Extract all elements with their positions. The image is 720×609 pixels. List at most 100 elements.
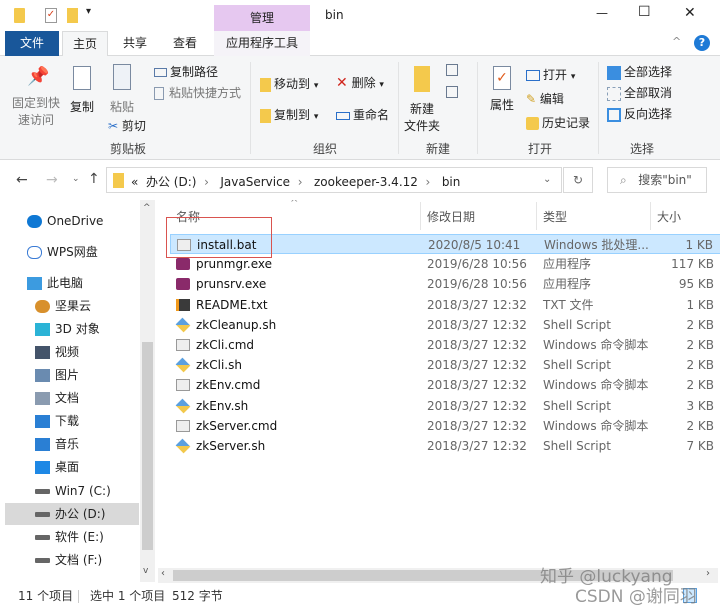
- search-input[interactable]: ⌕ 搜索"bin": [607, 167, 707, 193]
- file-row[interactable]: README.txt 2018/3/27 12:32 TXT 文件 1 KB: [170, 295, 720, 315]
- chevron-down-icon: ▾: [313, 81, 319, 91]
- nav-item[interactable]: 文档 (F:): [5, 549, 139, 571]
- maximize-button[interactable]: ☐: [638, 4, 651, 20]
- file-type: Windows 命令脚本: [543, 378, 649, 393]
- window-title: bin: [325, 8, 344, 22]
- copy-button[interactable]: 复制: [68, 66, 96, 115]
- easy-access-icon[interactable]: [446, 86, 458, 98]
- scroll-down-icon[interactable]: v: [143, 566, 148, 576]
- divider: [250, 62, 251, 154]
- column-header-type[interactable]: 类型: [543, 208, 567, 225]
- invert-selection-button[interactable]: 反向选择: [607, 105, 672, 122]
- file-row[interactable]: zkCli.sh 2018/3/27 12:32 Shell Script 2 KB: [170, 355, 720, 375]
- file-row[interactable]: zkEnv.sh 2018/3/27 12:32 Shell Script 3 KB: [170, 396, 720, 416]
- tab-home[interactable]: 主页: [62, 31, 108, 57]
- scroll-left-icon[interactable]: ‹: [161, 568, 165, 579]
- select-all-button[interactable]: 全部选择: [607, 63, 672, 80]
- file-date: 2018/3/27 12:32: [427, 439, 527, 453]
- properties-button[interactable]: ✓ 属性: [488, 66, 516, 113]
- nav-item[interactable]: OneDrive: [5, 210, 139, 232]
- delete-button[interactable]: ✕ 删除 ▾: [336, 74, 384, 91]
- tab-share[interactable]: 共享: [112, 31, 158, 56]
- file-row[interactable]: zkCleanup.sh 2018/3/27 12:32 Shell Script 2…: [170, 315, 720, 335]
- chevron-down-icon: ▾: [313, 112, 319, 122]
- nav-item[interactable]: Win7 (C:): [5, 480, 139, 502]
- new-folder-button[interactable]: 新建 文件夹: [404, 66, 440, 134]
- nav-item[interactable]: 下载: [5, 410, 139, 432]
- tab-file[interactable]: 文件: [5, 31, 59, 56]
- file-date: 2018/3/27 12:32: [427, 358, 527, 373]
- file-row[interactable]: prunsrv.exe 2019/6/28 10:56 应用程序 95 KB: [170, 274, 720, 294]
- collapse-ribbon-icon[interactable]: ^: [672, 35, 681, 48]
- copy-to-button[interactable]: 复制到 ▾: [260, 106, 318, 123]
- new-item-icon[interactable]: [446, 64, 458, 76]
- nav-item[interactable]: 办公 (D:): [5, 503, 139, 525]
- nav-item[interactable]: 坚果云: [5, 295, 139, 317]
- nav-item[interactable]: WPS网盘: [5, 241, 139, 263]
- paste-shortcut-button[interactable]: 粘贴快捷方式: [154, 84, 241, 101]
- nav-item[interactable]: 音乐: [5, 433, 139, 455]
- context-tab-manage[interactable]: 管理: [214, 5, 310, 31]
- back-button[interactable]: ←: [16, 172, 28, 188]
- address-dropdown-icon[interactable]: ⌄: [543, 174, 551, 185]
- file-date: 2018/3/27 12:32: [427, 317, 527, 332]
- column-header-size[interactable]: 大小: [657, 208, 681, 225]
- file-row[interactable]: zkServer.cmd 2018/3/27 12:32 Windows 命令脚本 2…: [170, 416, 720, 436]
- properties-icon: ✓: [493, 66, 511, 90]
- file-size: 2 KB: [686, 418, 714, 433]
- file-date: 2018/3/27 12:32: [427, 418, 527, 433]
- file-row[interactable]: zkCli.cmd 2018/3/27 12:32 Windows 命令脚本 2 KB: [170, 335, 720, 355]
- forward-button[interactable]: →: [46, 172, 58, 188]
- refresh-button[interactable]: ↻: [563, 167, 593, 193]
- chevron-right-icon: ›: [425, 175, 431, 189]
- nav-item[interactable]: 视频: [5, 341, 139, 363]
- close-button[interactable]: ✕: [684, 5, 696, 21]
- select-none-button[interactable]: 全部取消: [607, 84, 672, 101]
- new-folder-qat-icon[interactable]: [67, 8, 78, 23]
- copy-path-button[interactable]: 复制路径: [154, 63, 218, 80]
- scroll-up-icon[interactable]: ^: [143, 203, 151, 213]
- history-icon: [526, 117, 539, 130]
- qat-dropdown-icon[interactable]: ▾: [86, 6, 91, 17]
- breadcrumb-bin[interactable]: bin: [442, 175, 461, 189]
- history-button[interactable]: 历史记录: [526, 114, 590, 131]
- nav-item[interactable]: 软件 (E:): [5, 526, 139, 548]
- nav-item[interactable]: 此电脑: [5, 272, 139, 294]
- nav-scrollbar-thumb[interactable]: [142, 342, 153, 550]
- edit-button[interactable]: ✎ 编辑: [526, 90, 564, 107]
- scroll-right-icon[interactable]: ›: [706, 568, 710, 579]
- nav-item[interactable]: 图片: [5, 364, 139, 386]
- nav-item[interactable]: 桌面: [5, 456, 139, 478]
- up-button[interactable]: ↑: [88, 171, 100, 187]
- nav-item-label: 视频: [55, 345, 80, 359]
- breadcrumb-drive-d[interactable]: 办公 (D:): [146, 175, 196, 189]
- properties-qat-icon[interactable]: ✓: [45, 8, 57, 23]
- recent-locations-button[interactable]: ⌄: [72, 174, 80, 184]
- minimize-button[interactable]: —: [596, 6, 608, 20]
- file-row[interactable]: zkServer.sh 2018/3/27 12:32 Shell Script 7 …: [170, 436, 720, 456]
- breadcrumb-overflow[interactable]: «: [131, 175, 138, 189]
- pin-quick-access-button[interactable]: 📌 固定到快 速访问: [10, 66, 62, 128]
- divider: [420, 202, 421, 230]
- file-row[interactable]: zkEnv.cmd 2018/3/27 12:32 Windows 命令脚本 2 KB: [170, 375, 720, 395]
- paste-button[interactable]: 粘贴: [108, 64, 136, 115]
- paste-shortcut-icon: [154, 87, 164, 100]
- breadcrumb-zookeeper[interactable]: zookeeper-3.4.12: [314, 175, 418, 189]
- tab-view[interactable]: 查看: [162, 31, 208, 56]
- pin-icon: 📌: [27, 66, 50, 87]
- file-type: 应用程序: [543, 257, 592, 272]
- rename-button[interactable]: 重命名: [336, 106, 389, 123]
- breadcrumb-javaservice[interactable]: JavaService: [220, 175, 290, 189]
- address-bar[interactable]: « 办公 (D:) › JavaService › zookeeper-3.4.…: [106, 167, 562, 193]
- tab-application-tools[interactable]: 应用程序工具: [214, 31, 310, 56]
- open-button[interactable]: 打开 ▾: [526, 66, 575, 83]
- nav-item[interactable]: 文档: [5, 387, 139, 409]
- help-icon[interactable]: ?: [694, 35, 710, 51]
- move-to-button[interactable]: 移动到 ▾: [260, 75, 318, 92]
- nav-item[interactable]: 3D 对象: [5, 318, 139, 340]
- file-size: 95 KB: [678, 277, 714, 292]
- selected-count: 选中 1 个项目: [90, 589, 166, 603]
- download-icon: [35, 415, 50, 428]
- cut-button[interactable]: ✂ 剪切: [108, 117, 146, 134]
- column-header-date[interactable]: 修改日期: [427, 208, 475, 225]
